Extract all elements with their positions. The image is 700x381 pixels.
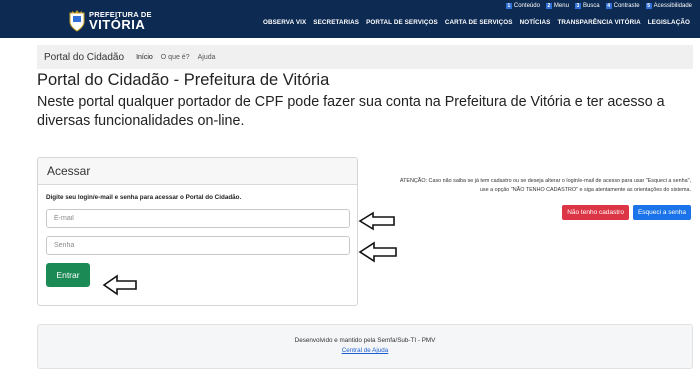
attention-note: ATENÇÃO: Caso não saiba se já tem cadast… bbox=[361, 177, 691, 195]
accessibility-bar: 1 Conteúdo 2 Menu 3 Busca 4 Contraste 5 Acess… bbox=[505, 1, 692, 10]
attention-line2: use a opção "NÃO TENHO CADASTRO" e siga … bbox=[479, 187, 691, 193]
subnav-link-ajuda[interactable]: Ajuda bbox=[198, 54, 216, 61]
forgot-password-button[interactable]: Esqueci a senha bbox=[632, 205, 691, 220]
site-header: 1 Conteúdo 2 Menu 3 Busca 4 Contraste 5 Acess… bbox=[0, 0, 700, 38]
acc-link-acessibilidade[interactable]: 5 Acessibilidade bbox=[645, 2, 692, 9]
help-center-link[interactable]: Central de Ajuda bbox=[38, 346, 692, 356]
nav-noticias[interactable]: NOTÍCIAS bbox=[520, 19, 551, 26]
coat-of-arms-icon bbox=[69, 10, 85, 32]
acc-link-busca[interactable]: 3 Busca bbox=[574, 2, 600, 9]
nav-portal-servicos[interactable]: PORTAL DE SERVIÇOS bbox=[366, 19, 438, 26]
nav-observa-vix[interactable]: OBSERVA VIX bbox=[263, 19, 306, 26]
subnav-brand[interactable]: Portal do Cidadão bbox=[44, 52, 124, 63]
acc-link-menu[interactable]: 2 Menu bbox=[545, 2, 569, 9]
email-field[interactable] bbox=[46, 209, 350, 228]
login-card-header: Acessar bbox=[38, 158, 357, 185]
password-field[interactable] bbox=[46, 236, 350, 255]
prefeitura-logo[interactable]: PREFEITURA DE VITÓRIA bbox=[68, 8, 152, 34]
nav-transparencia[interactable]: TRANSPARÊNCIA VITÓRIA bbox=[557, 19, 640, 26]
nav-secretarias[interactable]: SECRETARIAS bbox=[313, 19, 359, 26]
page-subtitle: Neste portal qualquer portador de CPF po… bbox=[37, 94, 665, 129]
acc-link-contraste[interactable]: 4 Contraste bbox=[605, 2, 640, 9]
login-instruction: Digite seu login/e-mail e senha para ace… bbox=[46, 194, 242, 201]
logo-line2: VITÓRIA bbox=[89, 17, 146, 33]
arrow-left-icon bbox=[358, 241, 397, 263]
footer-text: Desenvolvido e mantido pela Semfa/Sub-TI… bbox=[294, 337, 436, 344]
acc-link-conteudo[interactable]: 1 Conteúdo bbox=[505, 2, 540, 9]
subnav-link-o-que-e[interactable]: O que é? bbox=[161, 54, 190, 61]
main-nav: OBSERVA VIX SECRETARIAS PORTAL DE SERVIÇ… bbox=[263, 19, 690, 26]
login-submit-button[interactable]: Entrar bbox=[46, 263, 90, 287]
account-actions: Não tenho cadastro Esqueci a senha bbox=[562, 205, 691, 220]
no-account-button[interactable]: Não tenho cadastro bbox=[562, 205, 629, 220]
attention-line1: ATENÇÃO: Caso não saiba se já tem cadast… bbox=[399, 178, 691, 184]
login-card: Acessar Digite seu login/e-mail e senha … bbox=[37, 157, 358, 306]
arrow-left-icon bbox=[102, 274, 137, 296]
page-title: Portal do Cidadão - Prefeitura de Vitóri… bbox=[37, 71, 330, 89]
nav-legislacao[interactable]: LEGISLAÇÃO bbox=[648, 19, 690, 26]
arrow-left-icon bbox=[358, 211, 395, 231]
page-footer: Desenvolvido e mantido pela Semfa/Sub-TI… bbox=[37, 324, 693, 369]
subnav-link-inicio[interactable]: Início bbox=[136, 54, 153, 61]
sub-navbar: Portal do Cidadão Início O que é? Ajuda bbox=[37, 45, 693, 69]
nav-carta-servicos[interactable]: CARTA DE SERVIÇOS bbox=[445, 19, 513, 26]
